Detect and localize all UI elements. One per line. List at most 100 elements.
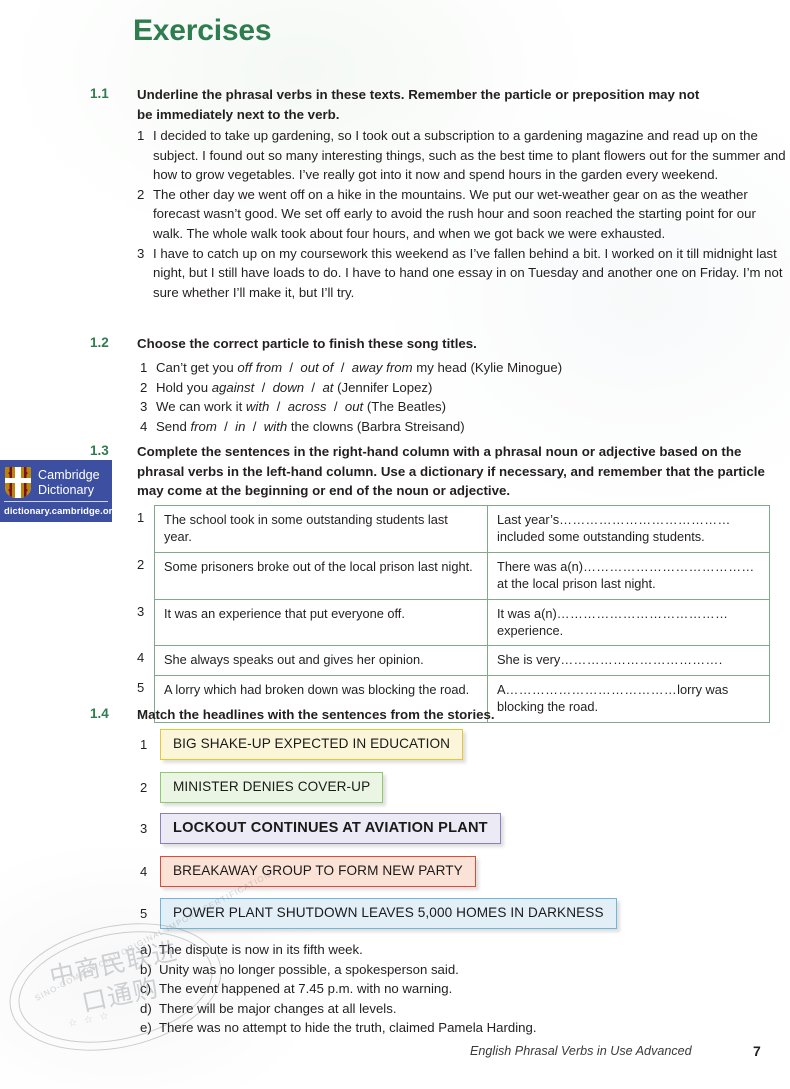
headline-number: 2 — [140, 780, 148, 795]
answer-blank[interactable]: ………………………………… — [583, 559, 755, 574]
table-cell-left: The school took in some outstanding stud… — [155, 506, 488, 552]
table-cell-right[interactable]: Last year’s………………………………… included some ou… — [488, 506, 769, 552]
item-text: The other day we went off on a hike in t… — [153, 186, 756, 241]
table-row: 2 Some prisoners broke out of the local … — [137, 551, 770, 599]
cambridge-dictionary-badge[interactable]: Cambridge Dictionary dictionary.cambridg… — [0, 460, 112, 522]
headline-text: BREAKAWAY GROUP TO FORM NEW PARTY — [173, 863, 463, 878]
item-number: 1 — [140, 360, 148, 375]
answer-item[interactable]: b) Unity was no longer possible, a spoke… — [140, 960, 537, 980]
answer-item[interactable]: a) The dispute is now in its fifth week. — [140, 940, 537, 960]
exercise-number-1-3: 1.3 — [90, 443, 109, 458]
headline-box-1[interactable]: BIG SHAKE-UP EXPECTED IN EDUCATION — [160, 729, 464, 760]
suffix: my head (Kylie Minogue) — [412, 360, 563, 375]
list-item: 4 Send from / in / with the clowns (Barb… — [140, 417, 740, 437]
sentence-before-blank: It was a(n) — [497, 605, 557, 621]
exercise-1-3-table: 1 The school took in some outstanding st… — [137, 505, 770, 723]
headline-number: 5 — [140, 906, 148, 921]
page-number: 7 — [753, 1043, 761, 1059]
option-choice[interactable]: with — [246, 399, 269, 414]
badge-url[interactable]: dictionary.cambridge.org — [4, 501, 112, 516]
table-cell-right[interactable]: It was a(n)………………………………… experience. — [488, 600, 769, 646]
headline-box-5[interactable]: POWER PLANT SHUTDOWN LEAVES 5,000 HOMES … — [160, 898, 617, 929]
option-choice[interactable]: down — [273, 380, 305, 395]
table-cell-right[interactable]: She is very………………………………. — [488, 646, 769, 674]
answer-text: The event happened at 7.45 p.m. with no … — [159, 981, 453, 997]
list-item: 3 We can work it with / across / out (Th… — [140, 397, 740, 417]
answer-blank[interactable]: ………………………………… — [559, 512, 731, 527]
option-choice[interactable]: out of — [300, 360, 333, 375]
option-choice[interactable]: away from — [352, 360, 413, 375]
option-choice[interactable]: with — [264, 419, 287, 434]
exercise-number-1-1: 1.1 — [90, 86, 109, 101]
exercise-instruction-1-3: Complete the sentences in the right-hand… — [137, 444, 765, 498]
headline-text: LOCKOUT CONTINUES AT AVIATION PLANT — [173, 820, 488, 836]
song-title-line: We can work it with / across / out (The … — [156, 399, 447, 415]
option-choice[interactable]: across — [288, 399, 327, 414]
exercise-1-1-items: 1 I decided to take up gardening, so I t… — [137, 126, 787, 302]
exercise-number-1-4: 1.4 — [90, 706, 109, 721]
item-number: 3 — [137, 245, 145, 261]
exercise-number-1-2: 1.2 — [90, 335, 109, 350]
exercise-1-2-items: 1 Can’t get you off from / out of / away… — [140, 358, 740, 436]
answer-blank[interactable]: ……………………………… — [560, 652, 718, 667]
sentence-before-blank: A — [497, 681, 506, 697]
sentence-after-blank: at the local prison last night. — [497, 576, 656, 592]
sentence-before-blank: She is very — [497, 652, 561, 668]
answer-item[interactable]: e) There was no attempt to hide the trut… — [140, 1018, 537, 1038]
prefix: Send — [156, 418, 191, 434]
badge-line-2: Dictionary — [38, 482, 94, 497]
sentence-before-blank: There was a(n) — [497, 558, 584, 574]
song-title-line: Send from / in / with the clowns (Barbra… — [156, 418, 465, 434]
prefix: Hold you — [156, 379, 212, 395]
list-item: 2 The other day we went off on a hike in… — [137, 185, 787, 244]
headline-box-3[interactable]: LOCKOUT CONTINUES AT AVIATION PLANT — [160, 813, 501, 844]
headline-box-2[interactable]: MINISTER DENIES COVER-UP — [160, 772, 384, 803]
answer-blank[interactable]: ………………………………… — [557, 606, 729, 621]
option-choice[interactable]: against — [212, 380, 255, 395]
headline-row-5: 5 POWER PLANT SHUTDOWN LEAVES 5,000 HOME… — [140, 898, 617, 929]
suffix: (The Beatles) — [363, 399, 447, 415]
suffix: the clowns (Barbra Streisand) — [287, 418, 465, 434]
option-choice[interactable]: at — [322, 380, 333, 395]
answer-item[interactable]: c) The event happened at 7.45 p.m. with … — [140, 979, 537, 999]
row-number: 3 — [137, 603, 145, 619]
answer-key: c) — [140, 981, 151, 997]
sentence-after-blank: . — [718, 652, 723, 668]
list-item: 3 I have to catch up on my coursework th… — [137, 244, 787, 303]
list-item: 1 I decided to take up gardening, so I t… — [137, 126, 787, 185]
option-choice[interactable]: in — [235, 419, 245, 434]
answer-blank[interactable]: ………………………………… — [506, 682, 678, 697]
item-number: 1 — [137, 128, 145, 143]
badge-line-1: Cambridge — [38, 468, 100, 482]
headline-row-1: 1 BIG SHAKE-UP EXPECTED IN EDUCATION — [140, 729, 464, 760]
item-number: 2 — [137, 186, 145, 202]
headline-text: BIG SHAKE-UP EXPECTED IN EDUCATION — [173, 736, 451, 751]
item-text: I decided to take up gardening, so I too… — [153, 128, 786, 183]
item-number: 3 — [140, 399, 148, 415]
badge-top-row: Cambridge Dictionary — [0, 460, 112, 500]
footer-book-title: English Phrasal Verbs in Use Advanced — [470, 1044, 692, 1058]
song-title-line: Hold you against / down / at (Jennifer L… — [156, 379, 433, 395]
answer-key: a) — [140, 942, 152, 957]
exercise-1-4-answers: a) The dispute is now in its fifth week.… — [140, 940, 537, 1038]
option-choice[interactable]: off from — [237, 360, 282, 375]
textbook-page: Exercises 1.1 Underline the phrasal verb… — [0, 0, 790, 1089]
option-choice[interactable]: out — [345, 399, 363, 414]
headline-text: POWER PLANT SHUTDOWN LEAVES 5,000 HOMES … — [173, 905, 604, 920]
table-row: 4 She always speaks out and gives her op… — [137, 645, 770, 675]
badge-wordmark: Cambridge Dictionary — [38, 468, 100, 497]
option-choice[interactable]: from — [190, 419, 216, 434]
answer-text: The dispute is now in its fifth week. — [159, 942, 363, 957]
page-title: Exercises — [133, 14, 272, 47]
sentence-after-blank: included some outstanding students. — [497, 529, 705, 545]
headline-number: 4 — [140, 864, 148, 879]
sentence-before-blank: Last year’s — [497, 512, 560, 527]
table-cell-left: Some prisoners broke out of the local pr… — [155, 552, 488, 599]
answer-text: There will be major changes at all level… — [159, 1000, 397, 1016]
headline-box-4[interactable]: BREAKAWAY GROUP TO FORM NEW PARTY — [160, 856, 476, 887]
prefix: Can’t get you — [156, 360, 238, 375]
table-cell-right[interactable]: There was a(n)………………………………… at the local … — [488, 553, 769, 599]
headline-row-4: 4 BREAKAWAY GROUP TO FORM NEW PARTY — [140, 856, 476, 887]
answer-item[interactable]: d) There will be major changes at all le… — [140, 999, 537, 1019]
answer-key: e) — [140, 1020, 152, 1036]
